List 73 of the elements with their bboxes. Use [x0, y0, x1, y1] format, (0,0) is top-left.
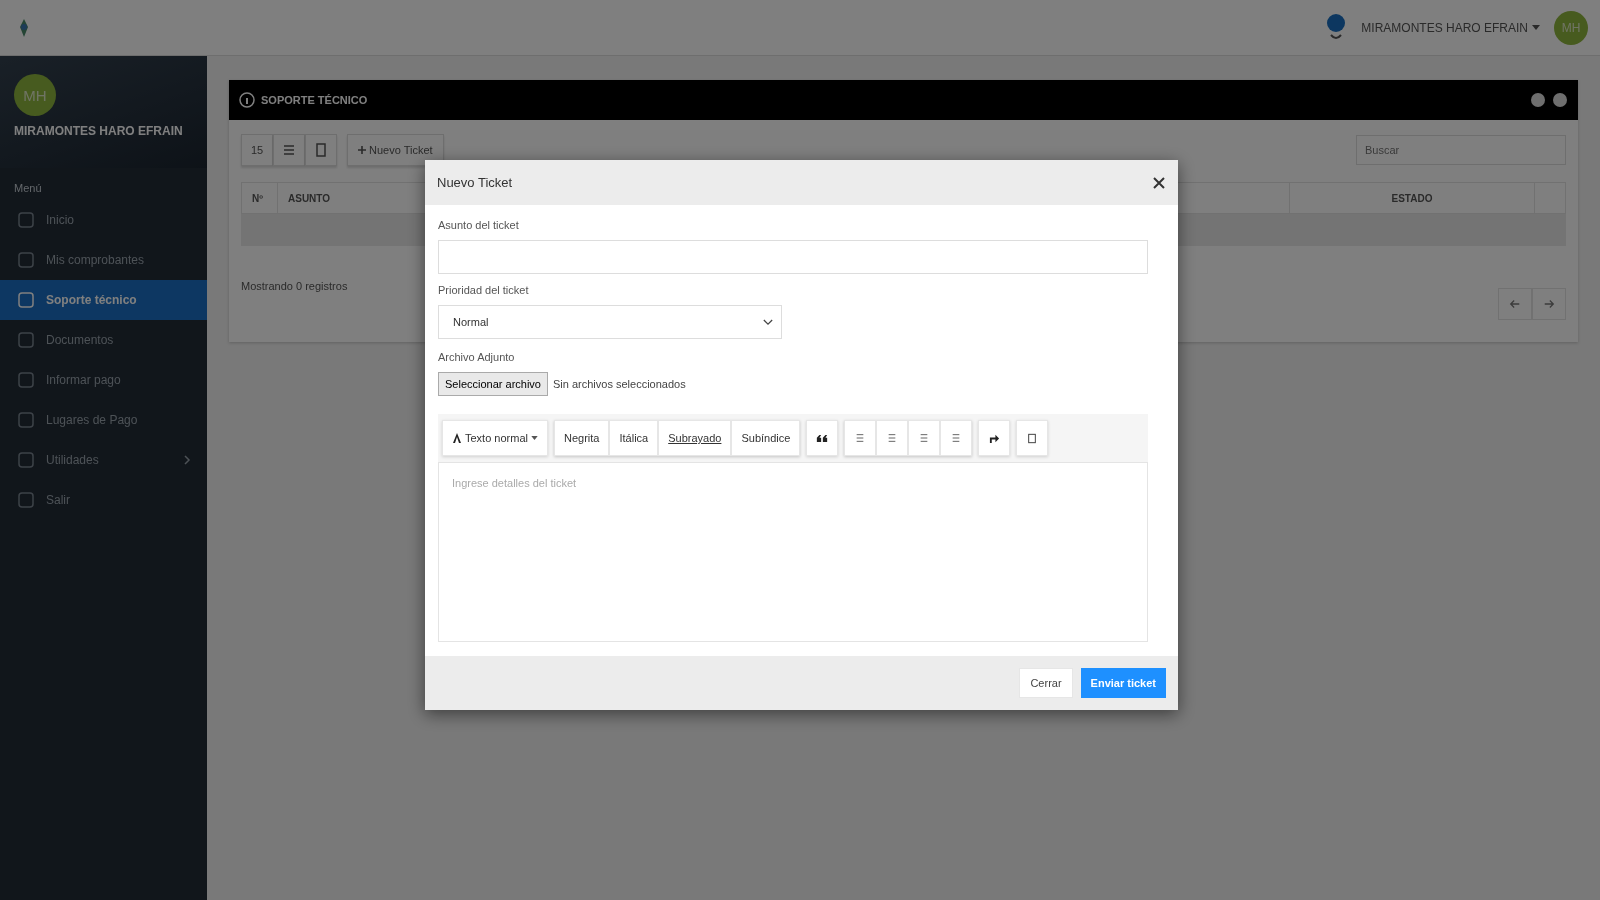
- menu-item-icon: [16, 210, 36, 230]
- sidebar-item[interactable]: Mis comprobantes: [0, 240, 207, 280]
- sidebar-item[interactable]: Informar pago: [0, 360, 207, 400]
- list-format-button[interactable]: [844, 420, 877, 456]
- document-icon: [314, 143, 328, 157]
- menu-item-icon: [16, 410, 36, 430]
- sidebar-item[interactable]: Inicio: [0, 200, 207, 240]
- columns-button[interactable]: [273, 134, 305, 166]
- caret-icon: [531, 436, 538, 440]
- close-button[interactable]: Cerrar: [1019, 668, 1073, 698]
- user-avatar: MH: [14, 74, 56, 116]
- menu-item-icon: [16, 370, 36, 390]
- list-icon: [855, 433, 866, 443]
- export-button[interactable]: [305, 134, 337, 166]
- user-menu[interactable]: MIRAMONTES HARO EFRAIN: [1361, 20, 1540, 35]
- list-format-button[interactable]: [908, 420, 941, 456]
- panel-title: SOPORTE TÉCNICO: [261, 94, 368, 106]
- sidebar-item[interactable]: Salir: [0, 480, 207, 520]
- priority-select[interactable]: Normal: [438, 305, 782, 339]
- sidebar-item[interactable]: Utilidades: [0, 440, 207, 480]
- close-icon[interactable]: [1152, 175, 1166, 190]
- records-count: Mostrando 0 registros: [241, 280, 348, 292]
- choose-file-button[interactable]: Seleccionar archivo: [438, 372, 548, 396]
- share-arrow-icon: [988, 432, 1000, 444]
- page-size-button[interactable]: 15: [241, 134, 273, 166]
- menu-section-label: Menú: [13, 181, 43, 196]
- format-button[interactable]: Itálica: [609, 420, 659, 456]
- subject-field[interactable]: [438, 240, 1148, 274]
- field-label: Prioridad del ticket: [438, 284, 529, 296]
- arrow-right-icon: [1543, 298, 1555, 310]
- field-label: Archivo Adjunto: [438, 351, 515, 363]
- quote-button[interactable]: [806, 420, 839, 456]
- list-format-button[interactable]: [940, 420, 973, 456]
- format-button[interactable]: Negrita: [554, 420, 610, 456]
- file-status: Sin archivos seleccionados: [553, 378, 686, 390]
- text-style-icon: [452, 433, 462, 443]
- list-icon: [887, 433, 898, 443]
- list-format-button[interactable]: [876, 420, 909, 456]
- previous-page-button[interactable]: [1498, 288, 1532, 320]
- text-style-dropdown[interactable]: Texto normal: [442, 420, 548, 456]
- menu-item-icon: [16, 490, 36, 510]
- menu-item-icon: [16, 290, 36, 310]
- plus-icon: [358, 146, 366, 154]
- chevron-down-icon: [763, 318, 773, 326]
- user-name: MIRAMONTES HARO EFRAIN: [14, 124, 184, 138]
- details-editor[interactable]: Ingrese detalles del ticket: [438, 462, 1148, 642]
- format-button[interactable]: Subrayado: [658, 420, 732, 456]
- menu-item-icon: [16, 330, 36, 350]
- caret-icon: [1532, 25, 1540, 30]
- menu-item-icon: [16, 250, 36, 270]
- sidebar-item[interactable]: Documentos: [0, 320, 207, 360]
- new-ticket-button[interactable]: Nuevo Ticket: [347, 134, 444, 166]
- format-button[interactable]: Subíndice: [731, 420, 801, 456]
- search-field[interactable]: Buscar: [1356, 135, 1566, 165]
- arrow-left-icon: [1509, 298, 1521, 310]
- dialog-title: Nuevo Ticket: [437, 175, 513, 190]
- column-header[interactable]: Nº: [242, 183, 278, 213]
- info-icon: [239, 92, 255, 108]
- next-page-button[interactable]: [1532, 288, 1566, 320]
- column-header[interactable]: ESTADO: [1289, 183, 1535, 213]
- link-button[interactable]: [978, 420, 1011, 456]
- list-icon: [282, 143, 296, 157]
- list-icon: [919, 433, 930, 443]
- menu-item-icon: [16, 450, 36, 470]
- submit-button[interactable]: Enviar ticket: [1080, 668, 1166, 698]
- document-icon: [1027, 432, 1038, 444]
- sidebar-item[interactable]: Soporte técnico: [0, 280, 207, 320]
- sidebar-item[interactable]: Lugares de Pago: [0, 400, 207, 440]
- chevron-right-icon: [183, 454, 191, 466]
- clear-format-button[interactable]: [1016, 420, 1049, 456]
- field-label: Asunto del ticket: [438, 219, 519, 231]
- list-icon: [951, 433, 962, 443]
- quote-icon: [816, 433, 829, 443]
